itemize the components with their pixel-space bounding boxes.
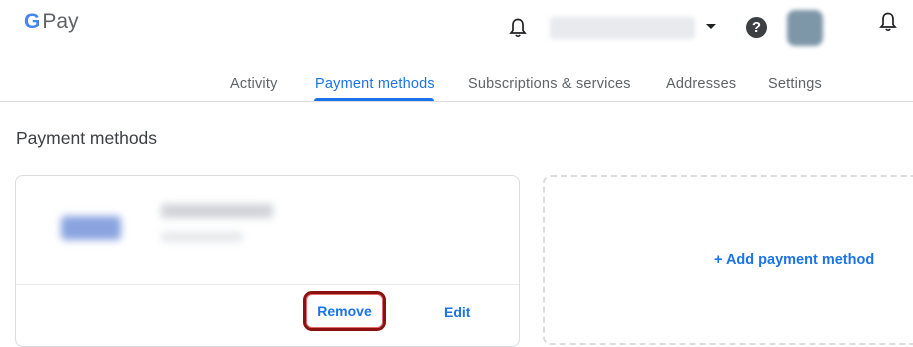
bell-icon[interactable] [509, 18, 527, 38]
account-switcher[interactable] [550, 17, 695, 39]
payment-method-card: Remove Edit [15, 175, 520, 347]
help-icon[interactable]: ? [746, 17, 767, 38]
remove-button-label: Remove [317, 303, 372, 319]
tab-settings[interactable]: Settings [768, 74, 822, 94]
dropdown-caret-icon[interactable] [706, 24, 716, 29]
avatar[interactable] [787, 10, 823, 46]
google-pay-logo[interactable]: G Pay [24, 11, 79, 33]
nav-tabs: Activity Payment methods Subscriptions &… [0, 74, 913, 102]
tab-activity[interactable]: Activity [230, 74, 278, 94]
tab-addresses[interactable]: Addresses [666, 74, 736, 94]
logo-pay-text: Pay [42, 10, 79, 33]
tab-payment-methods[interactable]: Payment methods [315, 74, 435, 94]
tab-subscriptions-services[interactable]: Subscriptions & services [468, 74, 631, 94]
card-name-redacted [161, 204, 273, 218]
google-g-logo: G [24, 10, 41, 33]
add-payment-method-link[interactable]: + Add payment method [714, 252, 874, 268]
card-divider [16, 284, 519, 285]
card-detail-redacted [161, 232, 243, 242]
edit-button[interactable]: Edit [444, 304, 470, 320]
remove-button[interactable]: Remove [303, 291, 386, 331]
bell-icon[interactable] [879, 12, 897, 32]
header-divider [0, 101, 913, 102]
card-image [61, 216, 121, 240]
page-title: Payment methods [16, 128, 158, 148]
